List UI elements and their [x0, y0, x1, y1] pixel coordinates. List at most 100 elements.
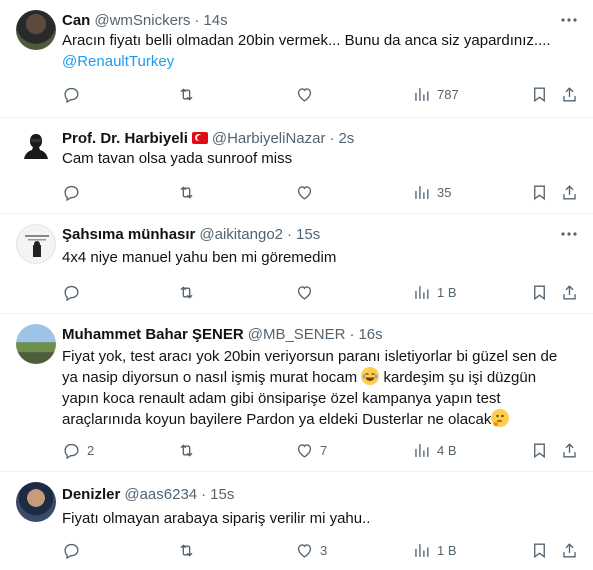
reply-button[interactable] [62, 82, 87, 106]
bookmark-icon [534, 542, 545, 558]
tweet[interactable]: Prof. Dr. Harbiyeli @HarbiyeliNazar · 2s… [0, 118, 593, 214]
reply-count: 2 [87, 442, 95, 458]
separator-dot: · [201, 485, 207, 503]
view-count: 35 [437, 184, 452, 200]
share-icon [563, 284, 576, 300]
retweet-button[interactable] [177, 180, 202, 204]
tweet-text-line: ya nasip diyorsun o nasıl işmiş murat ho… [62, 367, 537, 386]
tweet[interactable]: Muhammet Bahar ŞENER @MB_SENER · 16s Fiy… [0, 314, 593, 472]
share-button[interactable] [560, 538, 579, 562]
avatar[interactable] [16, 128, 56, 168]
tweet-header: Prof. Dr. Harbiyeli @HarbiyeliNazar · 2s [62, 128, 553, 148]
retweet-button[interactable] [177, 82, 202, 106]
bookmark-button[interactable] [530, 180, 549, 204]
analytics-icon [415, 185, 429, 199]
reply-icon [64, 543, 79, 559]
bookmark-button[interactable] [530, 538, 549, 562]
view-count: 1 B [437, 284, 457, 300]
share-button[interactable] [560, 280, 579, 304]
bookmark-button[interactable] [530, 280, 549, 304]
views-button[interactable]: 35 [412, 180, 451, 204]
tweet-text-line: Fiyatı olmayan arabaya sipariş verilir m… [62, 510, 371, 527]
analytics-icon [415, 87, 429, 101]
tweet[interactable]: Denizler @aas6234 · 15s Fiyatı olmayan a… [0, 472, 593, 570]
views-button[interactable]: 4 B [412, 438, 457, 462]
timestamp[interactable]: 2s [338, 130, 354, 147]
author-name[interactable]: Denizler [62, 486, 120, 503]
reply-icon [64, 87, 79, 103]
retweet-button[interactable] [177, 280, 202, 304]
separator-dot: · [194, 11, 200, 29]
tweet[interactable]: Can @wmSnickers · 14s Aracın fiyatı bell… [0, 0, 593, 118]
view-count: 1 B [437, 542, 457, 558]
retweet-icon [180, 443, 193, 457]
like-button[interactable]: 7 [295, 438, 327, 462]
tweet[interactable]: Şahsıma münhasır @aikitango2 · 15s 4x4 n… [0, 214, 593, 314]
more-options-icon[interactable] [559, 224, 579, 244]
author-handle[interactable]: @aikitango2 [199, 226, 283, 243]
mention-link[interactable]: @RenaultTurkey [62, 51, 579, 72]
tweet-text: Fiyat yok, test aracı yok 20bin veriyors… [62, 346, 579, 430]
avatar[interactable] [16, 10, 56, 50]
share-button[interactable] [560, 438, 579, 462]
view-count: 4 B [437, 442, 457, 458]
avatar[interactable] [16, 224, 56, 264]
tweet-text-line: Aracın fiyatı belli olmadan 20bin vermek… [62, 32, 551, 49]
share-icon [563, 542, 576, 558]
reply-button[interactable] [62, 280, 87, 304]
heart-icon [297, 543, 312, 558]
like-button[interactable] [295, 280, 320, 304]
author-name[interactable]: Can [62, 12, 90, 29]
tweet-text-line: Cam tavan olsa yada sunroof miss [62, 150, 293, 167]
timestamp[interactable]: 14s [203, 12, 227, 29]
bookmark-button[interactable] [530, 438, 549, 462]
share-icon [563, 86, 576, 102]
share-button[interactable] [560, 180, 579, 204]
more-options-icon[interactable] [559, 10, 579, 30]
tweet-text: Fiyatı olmayan arabaya sipariş verilir m… [62, 508, 579, 529]
timestamp[interactable]: 15s [210, 486, 234, 503]
analytics-icon [415, 285, 429, 299]
separator-dot: · [329, 129, 335, 147]
action-bar: 787 [0, 82, 593, 106]
retweet-icon [180, 185, 193, 199]
like-button[interactable] [295, 82, 320, 106]
timestamp[interactable]: 15s [296, 226, 320, 243]
author-handle[interactable]: @MB_SENER [248, 326, 346, 343]
tweet-text-line: araçlarınıda koyun bayilere Pardon ya el… [62, 409, 579, 430]
tweet-text-line: yapın koca renault adam gibi önsiparişe … [62, 390, 501, 407]
bookmark-button[interactable] [530, 82, 549, 106]
author-handle[interactable]: @wmSnickers [94, 12, 190, 29]
heart-icon [297, 285, 312, 300]
share-icon [563, 442, 576, 458]
tweet-header: Şahsıma münhasır @aikitango2 · 15s [62, 224, 553, 244]
views-button[interactable]: 787 [412, 82, 459, 106]
author-name[interactable]: Prof. Dr. Harbiyeli [62, 130, 188, 147]
retweet-button[interactable] [177, 438, 202, 462]
share-button[interactable] [560, 82, 579, 106]
like-count: 3 [320, 542, 328, 558]
like-button[interactable]: 3 [295, 538, 327, 562]
tweet-text: Aracın fiyatı belli olmadan 20bin vermek… [62, 30, 579, 72]
like-button[interactable] [295, 180, 320, 204]
retweet-button[interactable] [177, 538, 202, 562]
separator-dot: · [349, 325, 355, 343]
avatar[interactable] [16, 324, 56, 364]
author-name[interactable]: Muhammet Bahar ŞENER [62, 326, 244, 343]
analytics-icon [415, 443, 429, 457]
reply-button[interactable] [62, 180, 87, 204]
tweet-header: Can @wmSnickers · 14s [62, 10, 553, 30]
timestamp[interactable]: 16s [358, 326, 382, 343]
author-name[interactable]: Şahsıma münhasır [62, 226, 195, 243]
author-handle[interactable]: @HarbiyeliNazar [212, 130, 326, 147]
avatar[interactable] [16, 482, 56, 522]
views-button[interactable]: 1 B [412, 538, 457, 562]
views-button[interactable]: 1 B [412, 280, 457, 304]
reply-button[interactable] [62, 538, 87, 562]
joy-emoji-icon [361, 367, 380, 385]
retweet-icon [180, 285, 193, 299]
author-handle[interactable]: @aas6234 [124, 486, 197, 503]
view-count: 787 [437, 86, 459, 102]
bookmark-icon [534, 184, 545, 200]
reply-button[interactable]: 2 [62, 438, 94, 462]
